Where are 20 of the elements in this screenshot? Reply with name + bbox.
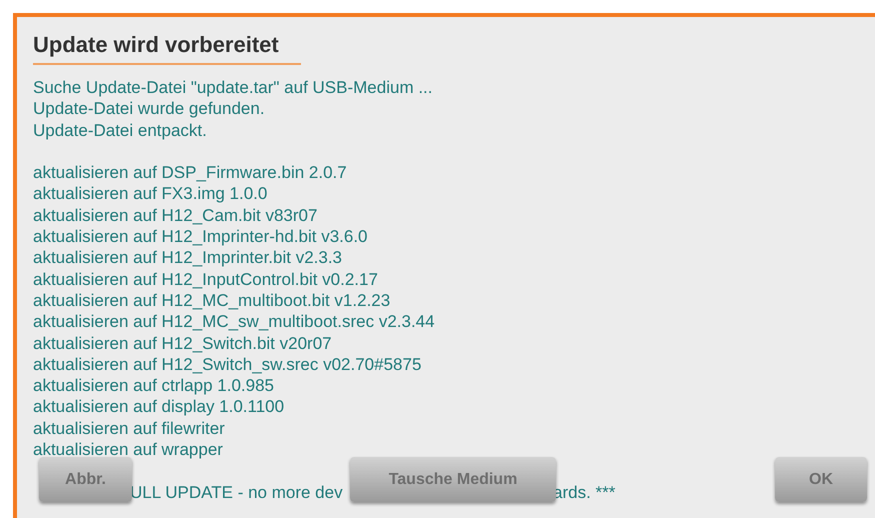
log-line: aktualisieren auf H12_Switch.bit v20r07 [33,332,332,354]
log-line: aktualisieren auf FX3.img 1.0.0 [33,183,268,205]
log-line: aktualisieren auf ctrlapp 1.0.985 [33,375,274,396]
dialog-button[interactable]: OK [775,457,867,502]
log-line: aktualisieren auf H12_Imprinter-hd.bit v3.6.0 [33,226,368,248]
log-line: Update-Datei entpackt. [33,120,207,141]
log-line: aktualisieren auf DSP_Firmware.bin 2.0.7 [33,162,347,184]
log-line: aktualisieren auf display 1.0.1100 [33,396,284,418]
log-line: aktualisieren auf H12_InputControl.bit v0.2.17 [33,268,378,290]
log-line: aktualisieren auf H12_MC_sw_multiboot.srec v2.3.44 [33,311,435,333]
dialog-button[interactable]: Tausche Medium [350,457,556,502]
log-line: aktualisieren auf H12_MC_multiboot.bit v1.2.23 [33,290,390,312]
log-line: aktualisieren auf H12_Cam.bit v83r07 [33,204,318,226]
log-line: Suche Update-Datei "update.tar" auf USB-Medium ... [33,77,432,98]
dialog-button[interactable]: Abbr. [39,457,132,502]
log-line: aktualisieren auf H12_Imprinter.bit v2.3.3 [33,247,342,269]
dialog-title: Update wird vorbereitet [33,31,280,59]
log-line: Update-Datei wurde gefunden. [33,98,265,120]
log-line: aktualisieren auf filewriter [33,418,225,440]
log-line: aktualisieren auf H12_Switch_sw.srec v02.70#5875 [33,354,422,376]
